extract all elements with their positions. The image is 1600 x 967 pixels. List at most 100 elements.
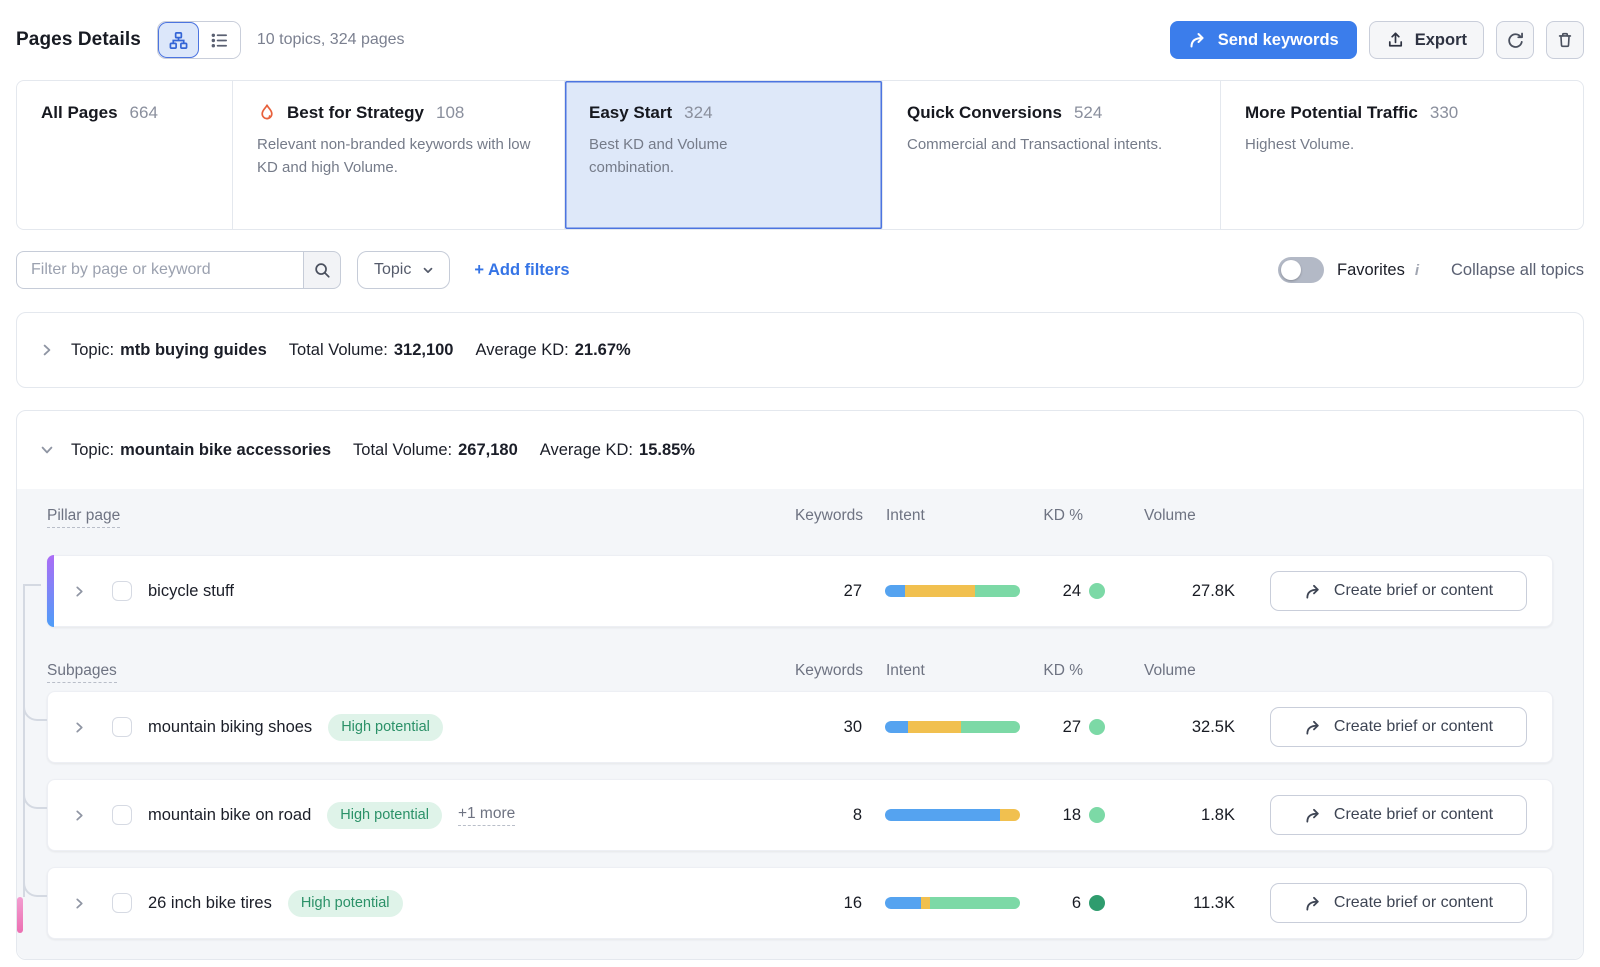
row-checkbox[interactable] [112,581,132,601]
info-icon[interactable]: i [1415,262,1419,279]
tree-trunk-accent [17,897,23,933]
sitemap-icon [169,31,188,50]
intent-bar [885,897,1020,909]
export-button[interactable]: Export [1369,21,1484,59]
refresh-button[interactable] [1496,21,1534,59]
keywords-value: 30 [792,718,862,737]
topics-pages-summary: 10 topics, 324 pages [257,31,405,49]
tab-description: Commercial and Transactional intents. [907,133,1196,156]
tab-description: Best KD and Volume combination. [589,133,799,180]
topic-total-volume: Total Volume:312,100 [289,341,454,360]
tab-easy-start[interactable]: Easy Start 324 Best KD and Volume combin… [565,81,883,229]
more-badges-tag[interactable]: +1 more [458,805,515,826]
forward-arrow-icon [1188,30,1208,50]
tree-branch-pillar [23,584,41,586]
kd-dot [1089,719,1105,735]
header-bar: Pages Details [16,20,1584,60]
forward-arrow-icon [1304,894,1323,913]
favorites-toggle[interactable] [1278,257,1324,283]
forward-arrow-icon [1304,718,1323,737]
tab-more-potential-traffic[interactable]: More Potential Traffic 330 Highest Volum… [1221,81,1583,229]
add-filters-link[interactable]: + Add filters [474,261,569,280]
column-intent: Intent [886,662,1021,680]
create-brief-button[interactable]: Create brief or content [1270,883,1527,923]
topic-name: Topic:mtb buying guides [71,341,267,360]
topic-card-mountain-bike-accessories: Topic:mountain bike accessories Total Vo… [16,410,1584,960]
page-name[interactable]: 26 inch bike tires [148,894,272,913]
keywords-value: 27 [792,582,862,601]
kd-value: 18 [1020,806,1105,825]
create-brief-button[interactable]: Create brief or content [1270,707,1527,747]
row-checkbox[interactable] [112,717,132,737]
search-button[interactable] [303,251,341,289]
column-intent: Intent [886,507,1021,525]
tree-branch-subpage-3 [23,869,47,897]
row-checkbox[interactable] [112,893,132,913]
chevron-down-icon [421,263,435,277]
kd-dot [1089,583,1105,599]
page-name[interactable]: bicycle stuff [148,582,234,601]
topic-average-kd: Average KD:21.67% [476,341,631,360]
filter-bar-right: Favorites i Collapse all topics [1278,257,1584,283]
volume-value: 32.5K [1143,718,1235,737]
column-volume: Volume [1144,662,1236,680]
pages-details-page: Pages Details [0,0,1600,967]
page-title: Pages Details [16,29,141,51]
header-actions: Send keywords Export [1170,21,1584,59]
tree-view-button[interactable] [158,22,199,58]
forward-arrow-icon [1304,806,1323,825]
topic-filter-dropdown[interactable]: Topic [357,251,450,289]
chevron-right-icon[interactable] [39,342,55,358]
subpage-row: mountain bike on road High potential +1 … [47,779,1553,851]
intent-bar [885,721,1020,733]
tab-best-for-strategy[interactable]: Best for Strategy 108 Relevant non-brand… [233,81,565,229]
collapse-all-topics-link[interactable]: Collapse all topics [1451,261,1584,280]
search-icon [313,261,331,279]
kd-value: 6 [1020,894,1105,913]
tab-all-pages[interactable]: All Pages 664 [17,81,233,229]
tree-branch-subpage-1 [23,693,47,721]
list-view-button[interactable] [199,22,240,58]
filter-input[interactable] [16,251,303,289]
intent-bar [885,809,1020,821]
subpage-row: mountain biking shoes High potential 30 … [47,691,1553,763]
pillar-header-row: Pillar page Keywords Intent KD % Volume [47,495,1553,537]
chevron-right-icon[interactable] [72,584,88,599]
topic-pages-section: Pillar page Keywords Intent KD % Volume … [17,489,1583,959]
chevron-right-icon[interactable] [72,808,88,823]
topic-total-volume: Total Volume:267,180 [353,441,518,460]
column-keywords: Keywords [793,507,863,525]
subpages-header-row: Subpages Keywords Intent KD % Volume [47,651,1553,691]
tab-quick-conversions[interactable]: Quick Conversions 524 Commercial and Tra… [883,81,1221,229]
page-name[interactable]: mountain bike on road [148,806,311,825]
keywords-value: 8 [792,806,862,825]
high-potential-badge: High potential [328,714,443,741]
chevron-right-icon[interactable] [72,720,88,735]
keywords-value: 16 [792,894,862,913]
kd-dot [1089,807,1105,823]
topic-row[interactable]: Topic:mountain bike accessories Total Vo… [17,411,1583,489]
create-brief-button[interactable]: Create brief or content [1270,571,1527,611]
volume-value: 11.3K [1143,894,1235,913]
kd-value: 27 [1020,718,1105,737]
export-icon [1386,31,1405,50]
row-checkbox[interactable] [112,805,132,825]
send-keywords-button[interactable]: Send keywords [1170,21,1357,59]
refresh-icon [1506,31,1525,50]
delete-button[interactable] [1546,21,1584,59]
tab-description: Relevant non-branded keywords with low K… [257,133,540,180]
page-name[interactable]: mountain biking shoes [148,718,312,737]
pillar-page-row: bicycle stuff 27 24 27.8K Create brief o… [47,555,1553,627]
column-kd: KD % [1021,662,1106,680]
create-brief-button[interactable]: Create brief or content [1270,795,1527,835]
chevron-down-icon[interactable] [39,442,55,458]
topic-row[interactable]: Topic:mtb buying guides Total Volume:312… [17,313,1583,387]
column-kd: KD % [1021,507,1106,525]
chevron-right-icon[interactable] [72,896,88,911]
column-volume: Volume [1144,507,1236,525]
high-potential-badge: High potential [288,890,403,917]
toggle-knob [1281,260,1301,280]
kd-value: 24 [1020,582,1105,601]
topic-card-mtb-buying-guides: Topic:mtb buying guides Total Volume:312… [16,312,1584,388]
pillar-page-label: Pillar page [47,507,793,525]
